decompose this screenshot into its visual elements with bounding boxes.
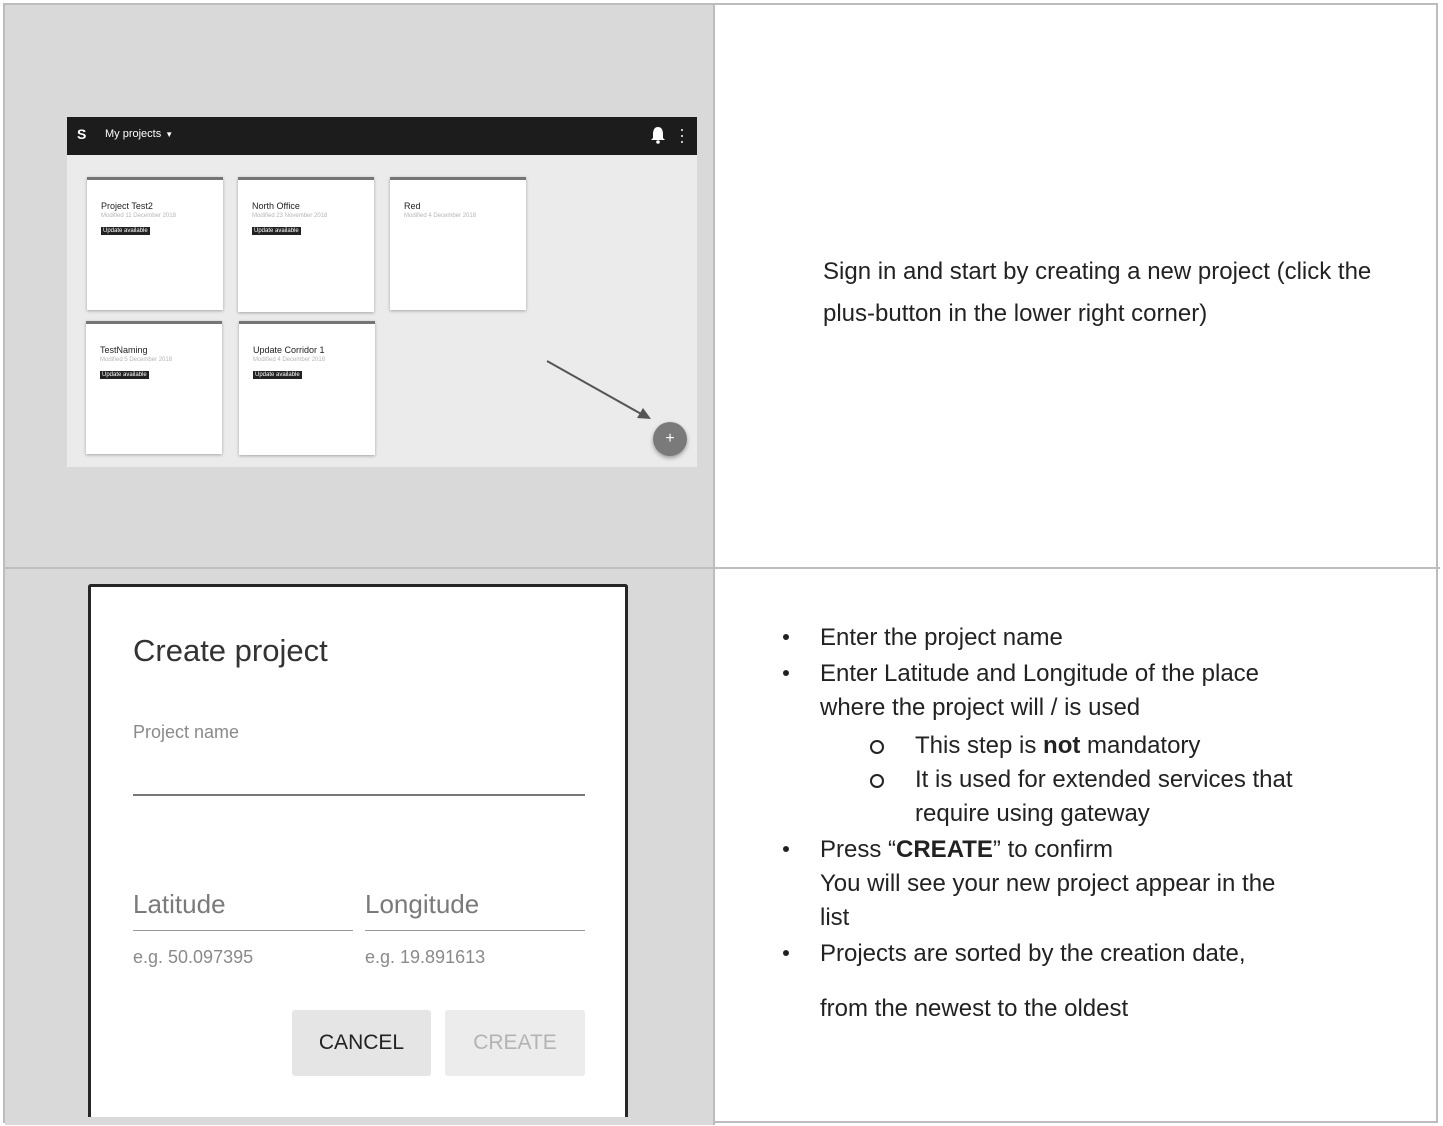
bullet-icon (783, 950, 789, 956)
project-card-date: Modified 5 December 2018 (100, 357, 173, 363)
caret-down-icon: ▼ (165, 129, 174, 139)
project-card-title: Update Corridor 1 (253, 345, 325, 355)
project-card-title: North Office (252, 201, 300, 211)
project-card[interactable]: TestNaming Modified 5 December 2018 Upda… (86, 321, 222, 454)
project-card-date: Modified 23 November 2018 (252, 213, 328, 219)
sub-bullet-icon (870, 774, 884, 788)
project-card-date: Modified 4 December 2018 (253, 357, 326, 363)
latitude-underline (133, 930, 353, 931)
project-card-date: Modified 4 December 2018 (404, 213, 477, 219)
longitude-field[interactable]: Longitude (365, 889, 479, 920)
sub-instruction-item: It is used for extended services that (915, 766, 1293, 793)
instruction-item: Enter Latitude and Longitude of the plac… (820, 660, 1260, 687)
update-badge: Update available (101, 227, 150, 235)
instruction-item-cont: list (820, 904, 850, 931)
instruction-item-cont: where the project will / is used (820, 694, 1141, 721)
row-divider (5, 567, 1440, 569)
project-card-title: Red (404, 201, 421, 211)
arrow-pointer-icon (546, 360, 651, 419)
instruction-item-cont: from the newest to the oldest (820, 995, 1129, 1022)
update-badge: Update available (100, 371, 149, 379)
screenshot-cell-1: S My projects ▼ Project Test2 Modified 1… (5, 5, 713, 567)
longitude-hint: e.g. 19.891613 (365, 947, 486, 967)
add-project-button[interactable]: + (653, 422, 687, 456)
longitude-underline (365, 930, 585, 931)
project-card[interactable]: North Office Modified 23 November 2018 U… (238, 177, 374, 312)
instruction-item: Projects are sorted by the creation date… (820, 940, 1246, 967)
project-card[interactable]: Project Test2 Modified 11 December 2018 … (87, 177, 223, 310)
project-card[interactable]: Red Modified 4 December 2018 (390, 177, 526, 310)
project-name-underline (133, 794, 585, 796)
instruction-item: Enter the project name (820, 624, 1063, 651)
emphasis-text: CREATE (896, 836, 993, 863)
sub-instruction-text: This step is (915, 732, 1044, 759)
column-divider (713, 5, 715, 1125)
project-card-title: Project Test2 (101, 201, 153, 211)
latitude-field[interactable]: Latitude (133, 889, 226, 920)
projects-screenshot: S My projects ▼ Project Test2 Modified 1… (67, 117, 697, 467)
projects-dropdown[interactable]: My projects ▼ (105, 128, 173, 140)
bullet-icon (783, 846, 789, 852)
step1-description: Sign in and start by creating a new proj… (823, 258, 1372, 327)
instruction-text: ” to confirm (992, 836, 1113, 863)
app-header: S My projects ▼ (67, 117, 697, 155)
more-vert-icon[interactable] (679, 127, 685, 145)
create-button[interactable]: CREATE (445, 1010, 585, 1076)
sub-bullet-icon (870, 740, 884, 754)
sub-instruction-item: This step is not mandatory (915, 729, 1200, 763)
project-card-title: TestNaming (100, 345, 148, 355)
dialog-title: Create project (133, 633, 328, 668)
create-project-dialog: Create project Project name Latitude Lon… (88, 584, 628, 1117)
bullet-icon (783, 670, 789, 676)
latitude-hint: e.g. 50.097395 (133, 947, 254, 967)
bullet-icon (783, 634, 789, 640)
cancel-button[interactable]: CANCEL (292, 1010, 431, 1076)
update-badge: Update available (253, 371, 302, 379)
sub-instruction-text: mandatory (1080, 732, 1201, 759)
project-card-date: Modified 11 December 2018 (101, 213, 176, 219)
instruction-item: Press “CREATE” to confirm (820, 833, 1113, 867)
project-name-field[interactable]: Project name (133, 722, 239, 743)
instruction-text: Press “ (820, 836, 897, 863)
app-logo: S (77, 126, 87, 142)
update-badge: Update available (252, 227, 301, 235)
projects-dropdown-label: My projects (105, 128, 162, 140)
emphasis-text: not (1043, 732, 1081, 759)
instruction-item-cont: You will see your new project appear in … (820, 870, 1276, 897)
sub-instruction-item-cont: require using gateway (915, 800, 1150, 827)
bell-icon[interactable] (649, 125, 667, 145)
project-card[interactable]: Update Corridor 1 Modified 4 December 20… (239, 321, 375, 455)
